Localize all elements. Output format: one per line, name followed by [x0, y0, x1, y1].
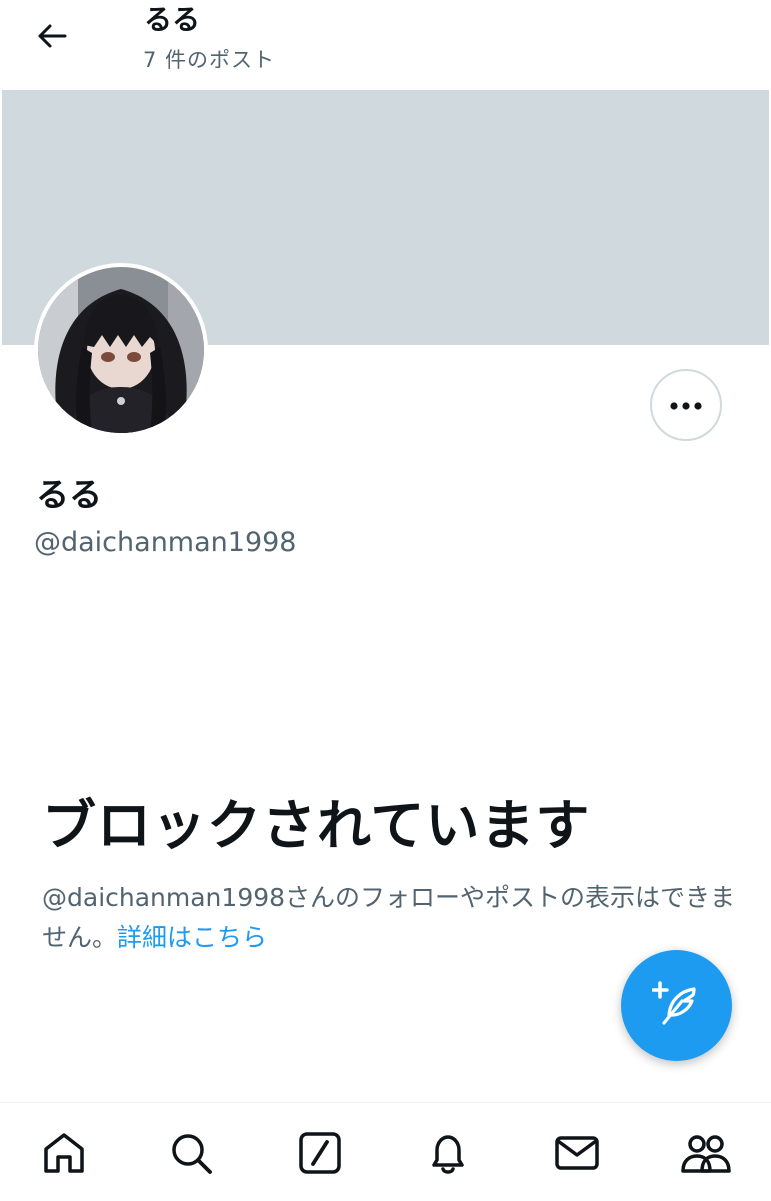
nav-grok[interactable]	[292, 1127, 348, 1183]
home-icon	[40, 1129, 88, 1181]
top-header: るる 7 件のポスト	[0, 0, 771, 90]
nav-search[interactable]	[163, 1127, 219, 1183]
communities-icon	[680, 1129, 732, 1181]
nav-communities[interactable]	[678, 1127, 734, 1183]
compose-button[interactable]	[621, 950, 732, 1061]
learn-more-link[interactable]: 詳細はこちら	[117, 923, 267, 952]
back-button[interactable]	[28, 18, 76, 58]
nav-home[interactable]	[36, 1127, 92, 1183]
post-count: 7 件のポスト	[143, 48, 276, 72]
header-title: るる	[144, 3, 201, 36]
blocked-description-block: @daichanman1998さんのフォローやポストの表示はできません。詳細はこ…	[42, 878, 742, 958]
blocked-title: ブロックされています	[42, 794, 591, 857]
more-horizontal-icon	[669, 396, 703, 415]
avatar-image	[38, 267, 204, 433]
grok-icon	[296, 1129, 344, 1181]
search-icon	[167, 1129, 215, 1181]
user-handle: @daichanman1998	[34, 527, 297, 558]
display-name: るる	[36, 475, 102, 514]
mail-icon	[553, 1129, 601, 1181]
more-options-button[interactable]	[650, 369, 722, 441]
avatar[interactable]	[34, 263, 208, 437]
bottom-navigation	[0, 1102, 771, 1201]
compose-feather-plus-icon	[650, 979, 702, 1033]
nav-messages[interactable]	[549, 1127, 605, 1183]
arrow-left-icon	[36, 22, 68, 54]
bell-icon	[424, 1129, 472, 1181]
nav-notifications[interactable]	[420, 1127, 476, 1183]
